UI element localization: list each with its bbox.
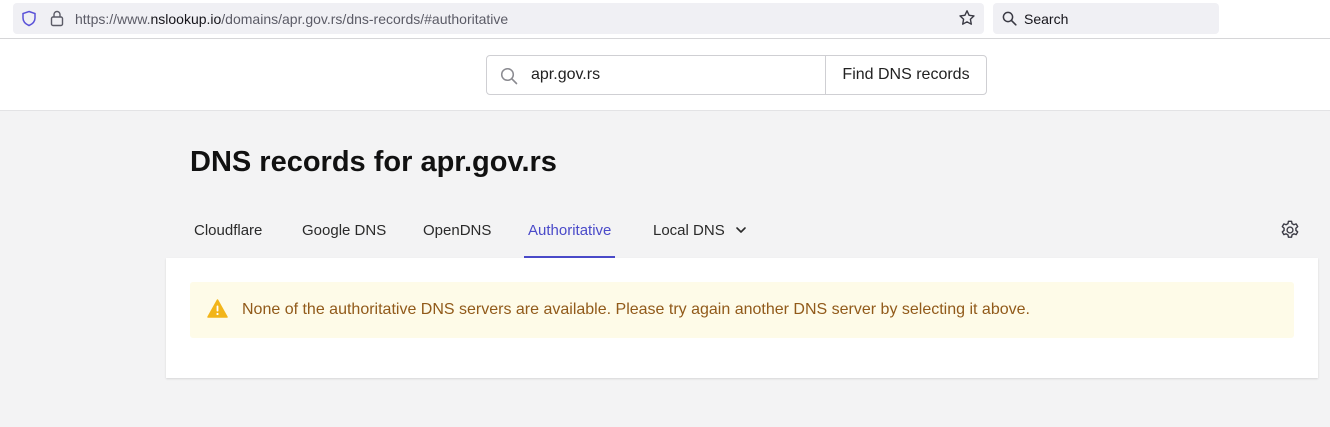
url-host: nslookup.io: [150, 11, 222, 27]
tab-local-dns-label: Local DNS: [653, 222, 725, 239]
tab-google-dns[interactable]: Google DNS: [298, 212, 390, 258]
tab-authoritative[interactable]: Authoritative: [524, 212, 616, 258]
warning-alert: None of the authoritative DNS servers ar…: [190, 282, 1294, 338]
find-dns-records-button[interactable]: Find DNS records: [825, 55, 987, 95]
url-text[interactable]: https://www.nslookup.io/domains/apr.gov.…: [75, 11, 508, 27]
search-icon: [1002, 11, 1017, 26]
resolver-tabs: Cloudflare Google DNS OpenDNS Authoritat…: [190, 212, 1300, 258]
domain-search-input[interactable]: apr.gov.rs: [531, 66, 600, 84]
tab-local-dns[interactable]: Local DNS: [649, 212, 751, 258]
domain-search-form: apr.gov.rs Find DNS records: [486, 55, 987, 95]
lock-icon[interactable]: [50, 10, 64, 27]
site-header: apr.gov.rs Find DNS records: [0, 39, 1330, 111]
url-path: /domains/apr.gov.rs/dns-records/#authori…: [221, 11, 509, 27]
chevron-down-icon: [735, 227, 746, 233]
search-icon: [500, 67, 518, 85]
warning-icon: [207, 299, 228, 318]
tab-opendns[interactable]: OpenDNS: [419, 212, 495, 258]
browser-toolbar: https://www.nslookup.io/domains/apr.gov.…: [0, 0, 1330, 39]
page-title-domain: apr.gov.rs: [420, 146, 557, 178]
alert-message: None of the authoritative DNS servers ar…: [242, 301, 1030, 318]
page-title: DNS records for apr.gov.rs: [190, 146, 557, 179]
tab-cloudflare[interactable]: Cloudflare: [190, 212, 266, 258]
star-icon[interactable]: [958, 9, 976, 27]
browser-search-label: Search: [1024, 11, 1069, 27]
address-bar[interactable]: https://www.nslookup.io/domains/apr.gov.…: [13, 3, 984, 34]
results-card: None of the authoritative DNS servers ar…: [166, 258, 1318, 378]
shield-icon[interactable]: [21, 10, 37, 27]
browser-search-bar[interactable]: Search: [993, 3, 1219, 34]
gear-icon[interactable]: [1279, 219, 1301, 241]
page-title-prefix: DNS records for: [190, 146, 421, 178]
url-prefix: https://www.: [75, 11, 151, 27]
